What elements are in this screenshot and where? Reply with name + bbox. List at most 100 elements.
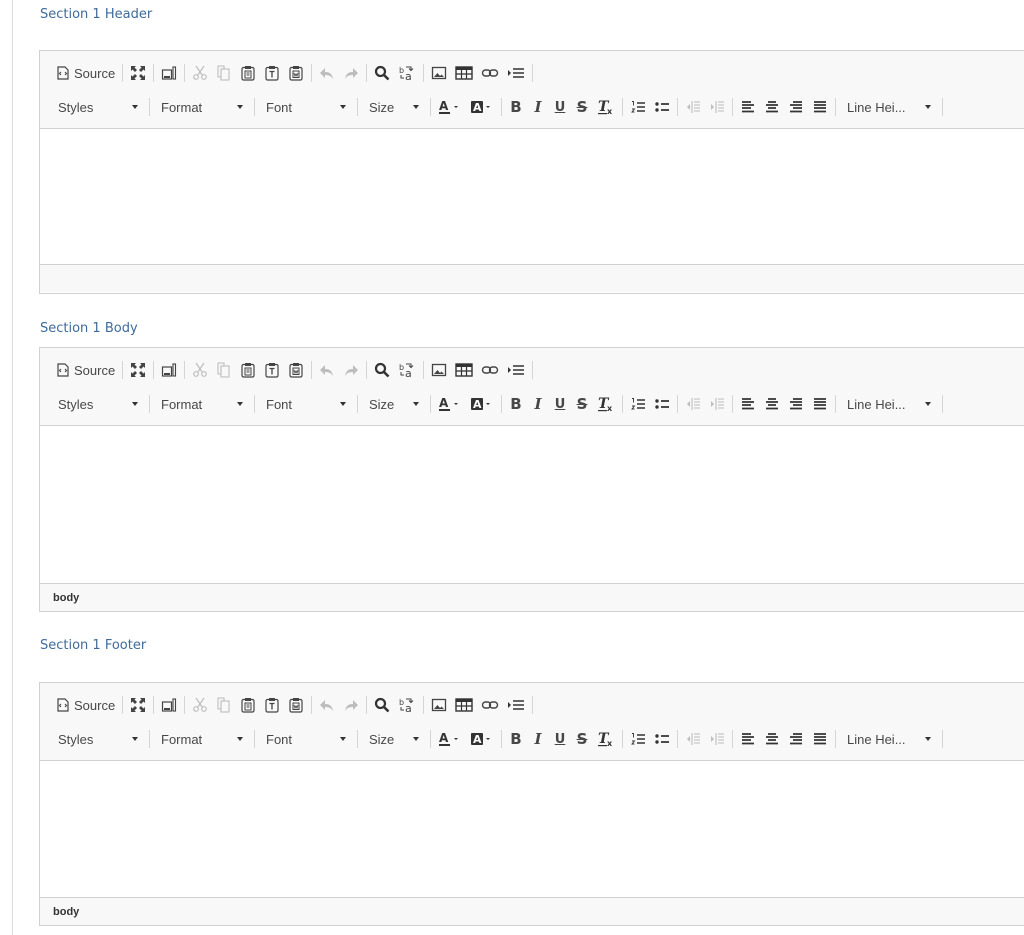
remove-format-button[interactable]: Tx [593, 96, 619, 118]
outdent-button[interactable] [681, 96, 705, 118]
source-button[interactable]: Source [54, 694, 119, 716]
find-button[interactable] [370, 62, 394, 84]
replace-button[interactable]: ba [394, 359, 420, 381]
line-height-dropdown[interactable]: Line Hei... [839, 728, 939, 750]
underline-button[interactable]: U [549, 728, 571, 750]
link-button[interactable] [477, 359, 503, 381]
image-button[interactable] [427, 62, 451, 84]
line-height-dropdown[interactable]: Line Hei... [839, 96, 939, 118]
align-center-button[interactable] [760, 728, 784, 750]
indent-button[interactable] [705, 728, 729, 750]
bold-button[interactable]: B [505, 96, 527, 118]
copy-button[interactable] [212, 62, 236, 84]
format-dropdown[interactable]: Format [153, 96, 251, 118]
strikethrough-button[interactable]: S [571, 96, 593, 118]
indent-button[interactable] [705, 96, 729, 118]
undo-button[interactable] [315, 62, 339, 84]
maximize-button[interactable] [126, 694, 150, 716]
line-height-dropdown[interactable]: Line Hei... [839, 393, 939, 415]
strikethrough-button[interactable]: S [571, 728, 593, 750]
replace-button[interactable]: ba [394, 62, 420, 84]
show-blocks-button[interactable] [157, 359, 181, 381]
align-left-button[interactable] [736, 393, 760, 415]
italic-button[interactable]: I [527, 728, 549, 750]
insert-list-button[interactable] [503, 694, 529, 716]
numbered-list-button[interactable] [626, 393, 650, 415]
insert-list-button[interactable] [503, 62, 529, 84]
link-button[interactable] [477, 62, 503, 84]
text-color-button[interactable]: A [434, 728, 466, 750]
cut-button[interactable] [188, 359, 212, 381]
bulleted-list-button[interactable] [650, 96, 674, 118]
size-dropdown[interactable]: Size [361, 728, 427, 750]
undo-button[interactable] [315, 359, 339, 381]
styles-dropdown[interactable]: Styles [50, 96, 146, 118]
remove-format-button[interactable]: Tx [593, 728, 619, 750]
background-color-button[interactable]: A [466, 728, 498, 750]
strikethrough-button[interactable]: S [571, 393, 593, 415]
bulleted-list-button[interactable] [650, 393, 674, 415]
align-right-button[interactable] [784, 728, 808, 750]
cut-button[interactable] [188, 694, 212, 716]
find-button[interactable] [370, 694, 394, 716]
text-color-button[interactable]: A [434, 393, 466, 415]
outdent-button[interactable] [681, 728, 705, 750]
align-left-button[interactable] [736, 728, 760, 750]
show-blocks-button[interactable] [157, 694, 181, 716]
bold-button[interactable]: B [505, 393, 527, 415]
element-path[interactable]: body [53, 906, 79, 918]
background-color-button[interactable]: A [466, 96, 498, 118]
undo-button[interactable] [315, 694, 339, 716]
paste-button[interactable] [236, 359, 260, 381]
italic-button[interactable]: I [527, 393, 549, 415]
styles-dropdown[interactable]: Styles [50, 728, 146, 750]
paste-word-button[interactable] [284, 694, 308, 716]
editor-content-area[interactable] [40, 426, 1024, 583]
align-center-button[interactable] [760, 96, 784, 118]
show-blocks-button[interactable] [157, 62, 181, 84]
cut-button[interactable] [188, 62, 212, 84]
justify-button[interactable] [808, 728, 832, 750]
redo-button[interactable] [339, 62, 363, 84]
redo-button[interactable] [339, 359, 363, 381]
find-button[interactable] [370, 359, 394, 381]
bold-button[interactable]: B [505, 728, 527, 750]
justify-button[interactable] [808, 96, 832, 118]
underline-button[interactable]: U [549, 393, 571, 415]
paste-button[interactable] [236, 694, 260, 716]
paste-text-button[interactable] [260, 359, 284, 381]
paste-text-button[interactable] [260, 62, 284, 84]
paste-button[interactable] [236, 62, 260, 84]
size-dropdown[interactable]: Size [361, 393, 427, 415]
editor-content-area[interactable] [40, 129, 1024, 264]
numbered-list-button[interactable] [626, 728, 650, 750]
text-color-button[interactable]: A [434, 96, 466, 118]
size-dropdown[interactable]: Size [361, 96, 427, 118]
align-right-button[interactable] [784, 393, 808, 415]
paste-text-button[interactable] [260, 694, 284, 716]
link-button[interactable] [477, 694, 503, 716]
paste-word-button[interactable] [284, 62, 308, 84]
align-center-button[interactable] [760, 393, 784, 415]
copy-button[interactable] [212, 694, 236, 716]
maximize-button[interactable] [126, 62, 150, 84]
format-dropdown[interactable]: Format [153, 728, 251, 750]
replace-button[interactable]: ba [394, 694, 420, 716]
copy-button[interactable] [212, 359, 236, 381]
table-button[interactable] [451, 62, 477, 84]
italic-button[interactable]: I [527, 96, 549, 118]
element-path[interactable]: body [53, 592, 79, 604]
maximize-button[interactable] [126, 359, 150, 381]
align-left-button[interactable] [736, 96, 760, 118]
align-right-button[interactable] [784, 96, 808, 118]
source-button[interactable]: Source [54, 359, 119, 381]
bulleted-list-button[interactable] [650, 728, 674, 750]
editor-content-area[interactable] [40, 761, 1024, 897]
styles-dropdown[interactable]: Styles [50, 393, 146, 415]
insert-list-button[interactable] [503, 359, 529, 381]
paste-word-button[interactable] [284, 359, 308, 381]
table-button[interactable] [451, 359, 477, 381]
font-dropdown[interactable]: Font [258, 96, 354, 118]
font-dropdown[interactable]: Font [258, 393, 354, 415]
numbered-list-button[interactable] [626, 96, 650, 118]
